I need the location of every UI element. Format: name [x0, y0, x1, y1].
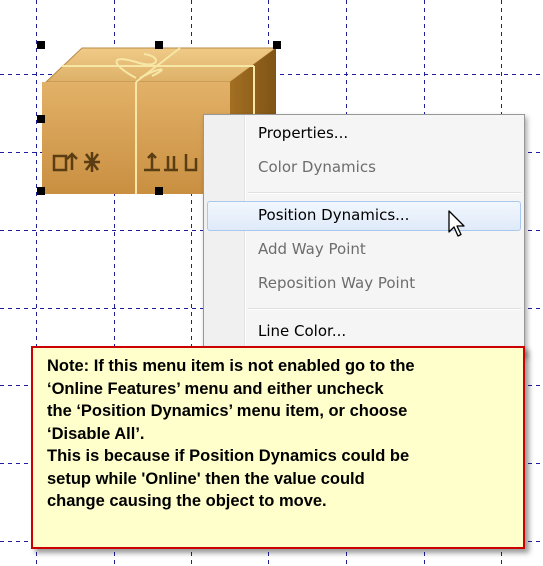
- menu-item-label: Reposition Way Point: [258, 274, 416, 292]
- note-line: ‘Online Features’ menu and either unchec…: [47, 379, 384, 398]
- menu-item-properties[interactable]: Properties...: [207, 119, 521, 149]
- note-callout: Note: If this menu item is not enabled g…: [31, 346, 525, 549]
- note-line: the ‘Position Dynamics’ menu item, or ch…: [47, 402, 408, 420]
- note-line: This is because if Position Dynamics cou…: [47, 447, 410, 465]
- selection-handle-top-right[interactable]: [273, 41, 281, 49]
- menu-item-line-color[interactable]: Line Color...: [207, 317, 521, 347]
- selection-handle-top-left[interactable]: [37, 41, 45, 49]
- selection-handle-bottom-middle[interactable]: [155, 187, 163, 195]
- selection-handle-bottom-left[interactable]: [37, 187, 45, 195]
- menu-separator: [248, 192, 521, 194]
- menu-item-label: Add Way Point: [258, 240, 366, 258]
- note-line: change causing the object to move.: [47, 492, 327, 510]
- note-line: setup while 'Online' then the value coul…: [47, 469, 365, 488]
- menu-item-add-way-point[interactable]: Add Way Point: [207, 235, 521, 265]
- selection-handle-middle-left[interactable]: [37, 115, 45, 123]
- menu-item-color-dynamics[interactable]: Color Dynamics: [207, 153, 521, 183]
- menu-item-position-dynamics[interactable]: Position Dynamics...: [207, 201, 521, 231]
- note-line: Note: If this menu item is not enabled g…: [47, 357, 415, 375]
- menu-item-label: Position Dynamics...: [258, 206, 410, 224]
- menu-item-label: Color Dynamics: [258, 158, 376, 176]
- menu-item-reposition-way-point[interactable]: Reposition Way Point: [207, 269, 521, 299]
- menu-separator: [248, 308, 521, 310]
- selection-handle-top-middle[interactable]: [155, 41, 163, 49]
- drawing-canvas[interactable]: Properties... Color Dynamics Position Dy…: [0, 0, 543, 566]
- menu-item-label: Line Color...: [258, 322, 347, 340]
- mouse-pointer-icon: [448, 210, 465, 237]
- context-menu: Properties... Color Dynamics Position Dy…: [203, 114, 525, 356]
- menu-item-label: Properties...: [258, 124, 349, 142]
- note-line: ‘Disable All’.: [47, 424, 145, 443]
